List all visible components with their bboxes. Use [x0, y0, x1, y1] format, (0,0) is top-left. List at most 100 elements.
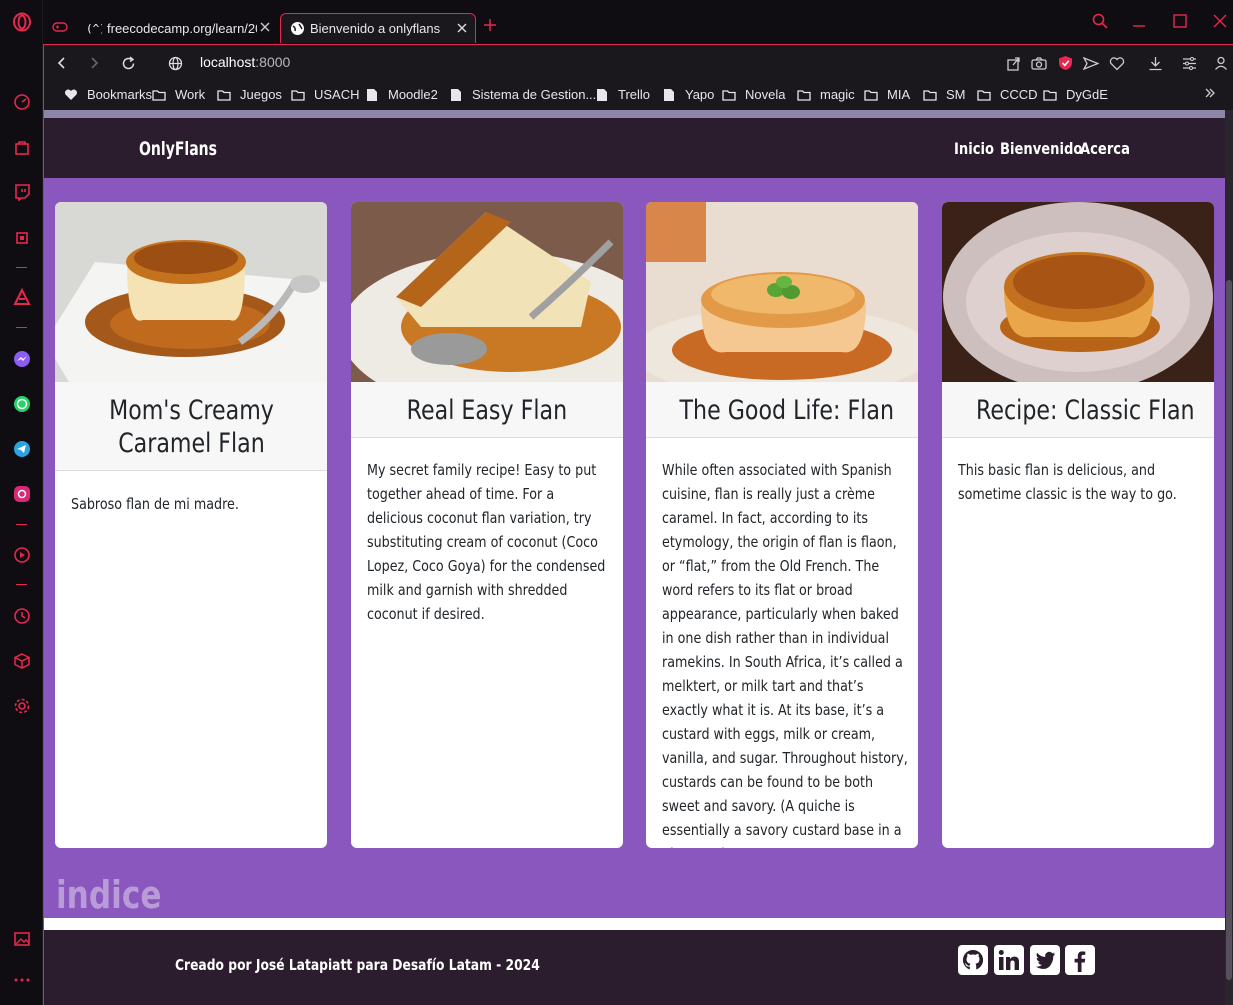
sidebar-separator	[16, 327, 27, 328]
nav-link-bienvenido[interactable]: Bienvenido	[1000, 139, 1082, 158]
nav-link-inicio[interactable]: Inicio	[954, 139, 994, 158]
reload-icon[interactable]	[118, 53, 138, 73]
flan-card: Real Easy Flan My secret family recipe! …	[351, 202, 623, 848]
forward-arrow-icon[interactable]	[84, 53, 104, 73]
settings-gear-icon[interactable]	[11, 695, 33, 717]
bookmark-item[interactable]: Novela	[722, 87, 785, 102]
downloads-icon[interactable]	[1145, 53, 1165, 73]
messenger-icon[interactable]	[11, 348, 33, 370]
bookmark-item[interactable]: USACH	[291, 87, 360, 102]
bookmark-item[interactable]: Sistema de Gestion...	[449, 87, 596, 102]
wallpaper-icon[interactable]	[11, 928, 33, 950]
minimize-icon[interactable]	[1131, 13, 1147, 34]
telegram-icon[interactable]	[11, 438, 33, 460]
folder-icon	[1043, 88, 1057, 102]
card-title-line: The Good Life: Flan	[679, 395, 894, 426]
whatsapp-icon[interactable]	[11, 393, 33, 415]
flan-card: Recipe: Classic Flan This basic flan is …	[942, 202, 1214, 848]
card-title-line: Caramel Flan	[117, 428, 265, 459]
close-tab-icon[interactable]	[455, 21, 469, 35]
twitch-icon[interactable]	[11, 181, 33, 203]
bookmark-label: Work	[175, 87, 206, 102]
aria-icon[interactable]	[11, 286, 33, 308]
snapshot-camera-icon[interactable]	[1029, 53, 1049, 73]
tab-freecodecamp[interactable]: (^) freecodecamp.org/learn/20	[78, 13, 278, 43]
chip-icon[interactable]	[11, 227, 33, 249]
address-field[interactable]: localhost:8000	[200, 54, 290, 70]
bookmark-item[interactable]: Moodle2	[365, 87, 438, 102]
address-toolbar: localhost:8000	[43, 44, 1233, 80]
scrollbar-thumb[interactable]	[1226, 280, 1232, 980]
twitter-icon[interactable]	[1030, 945, 1060, 975]
folder-icon	[217, 88, 231, 102]
bookmark-label: Moodle2	[388, 87, 438, 102]
facebook-icon[interactable]	[1065, 945, 1095, 975]
tab-onlyflans[interactable]: Bienvenido a onlyflans	[280, 13, 476, 43]
favorite-heart-icon[interactable]	[1107, 53, 1127, 73]
opera-logo-icon[interactable]	[11, 11, 33, 33]
site-brand[interactable]: OnlyFlans	[139, 138, 217, 160]
bookmark-label: Trello	[618, 87, 651, 102]
card-text: Sabroso flan de mi madre.	[71, 495, 239, 513]
card-title-line: Recipe: Classic Flan	[975, 395, 1195, 426]
bookmark-label: Novela	[745, 87, 786, 102]
bookmark-item[interactable]: SM	[923, 87, 966, 102]
globe-icon	[289, 21, 305, 37]
profile-user-icon[interactable]	[1211, 53, 1231, 73]
tab-search-icon[interactable]	[1092, 13, 1108, 34]
share-icon[interactable]	[1003, 53, 1023, 73]
send-flow-icon[interactable]	[1081, 53, 1101, 73]
maximize-icon[interactable]	[1172, 13, 1188, 34]
linkedin-icon[interactable]	[994, 945, 1024, 975]
top-strip	[44, 110, 1226, 118]
adblock-shield-icon[interactable]	[1055, 53, 1075, 73]
history-icon[interactable]	[11, 605, 33, 627]
bookmark-item[interactable]: Bookmarks	[64, 87, 152, 102]
flan-image	[942, 202, 1214, 382]
github-icon[interactable]	[958, 945, 988, 975]
bookmark-label: DyGdE	[1066, 87, 1108, 102]
bookmark-item[interactable]: Juegos	[217, 87, 282, 102]
page-scrollbar[interactable]	[1225, 110, 1233, 1005]
card-header: The Good Life: Flan	[646, 382, 918, 438]
back-arrow-icon[interactable]	[52, 53, 72, 73]
easy-setup-icon[interactable]	[1179, 53, 1199, 73]
bookmark-label: USACH	[314, 87, 360, 102]
bookmark-item[interactable]: MIA	[864, 87, 910, 102]
speed-dial-icon[interactable]	[11, 91, 33, 113]
bookmark-label: CCCD	[1000, 87, 1038, 102]
card-title: Real Easy Flan	[407, 394, 567, 427]
close-tab-icon[interactable]	[258, 20, 272, 34]
player-icon[interactable]	[11, 544, 33, 566]
svg-text:(^): (^)	[86, 22, 102, 35]
tab-title: Bienvenido a onlyflans	[310, 21, 441, 36]
more-options-icon[interactable]	[11, 969, 33, 991]
site-info-globe-icon[interactable]	[165, 53, 185, 73]
page-icon	[365, 88, 379, 102]
bookmark-label: Sistema de Gestion...	[472, 87, 597, 102]
bookmark-item[interactable]: DyGdE	[1043, 87, 1108, 102]
freecodecamp-icon: (^)	[86, 20, 102, 36]
folder-icon	[152, 88, 166, 102]
gamepad-icon[interactable]	[52, 19, 68, 40]
bookmark-item[interactable]: Yapo	[662, 87, 714, 102]
new-tab-plus-icon[interactable]	[483, 18, 497, 37]
bookmark-item[interactable]: Trello	[595, 87, 650, 102]
bookmark-item[interactable]: magic	[797, 87, 855, 102]
bookmarks-overflow-chevron-icon[interactable]	[1204, 87, 1216, 99]
bookmark-item[interactable]: CCCD	[977, 87, 1038, 102]
bookmark-label: SM	[946, 87, 966, 102]
nav-link-acerca[interactable]: Acerca	[1080, 139, 1130, 158]
page-icon	[595, 88, 609, 102]
flan-image	[351, 202, 623, 382]
bookmark-label: magic	[820, 87, 855, 102]
close-window-icon[interactable]	[1212, 13, 1228, 34]
extensions-cube-icon[interactable]	[11, 650, 33, 672]
card-header: Recipe: Classic Flan	[942, 382, 1214, 438]
bookmark-item[interactable]: Work	[152, 87, 205, 102]
footer-credit: Creado por José Latapiatt para Desafío L…	[175, 956, 540, 974]
section-heading: indice	[56, 873, 162, 917]
browser-sidebar	[0, 0, 43, 1005]
instagram-icon[interactable]	[11, 483, 33, 505]
shopping-bag-icon[interactable]	[11, 136, 33, 158]
